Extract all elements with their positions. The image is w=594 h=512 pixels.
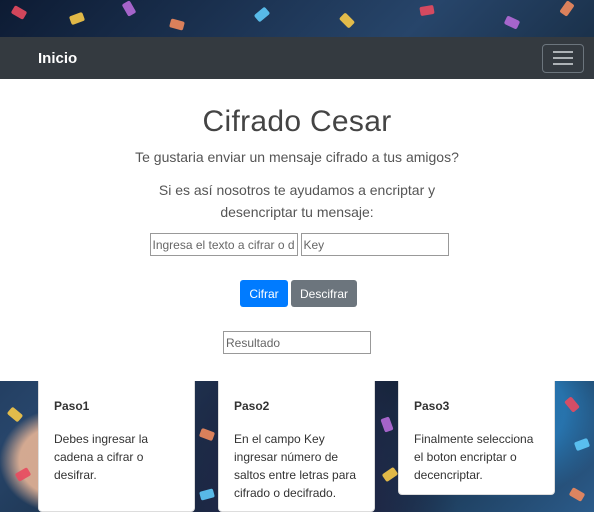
key-input[interactable] [300,233,449,256]
page-title: Cifrado Cesar [202,105,392,138]
text-input[interactable] [149,233,298,256]
confetti-piece [68,11,86,26]
navbar: Inicio [0,37,594,79]
confetti-piece [381,466,399,483]
confetti-piece [564,396,580,413]
menu-toggle-button[interactable] [542,43,584,73]
hamburger-icon-bar [553,51,573,53]
confetti-piece [573,437,591,452]
confetti-piece [338,12,356,29]
step-title: Paso3 [414,399,450,413]
decrypt-button[interactable]: Descifrar [291,280,357,307]
confetti-piece [198,427,216,442]
confetti-piece [14,467,32,482]
confetti-piece [121,0,137,17]
confetti-piece [10,5,28,20]
confetti-piece [199,488,215,501]
result-row [0,331,594,354]
hamburger-icon-bar [553,57,573,59]
confetti-piece [568,487,586,502]
hero-section: Cifrado Cesar Te gustaria enviar un mens… [0,79,594,381]
input-row [0,233,594,256]
step-card-3: Paso3 Finalmente selecciona el boton enc… [398,381,555,495]
hero-description: Si es así nosotros te ayudamos a encript… [158,182,436,220]
step-text: Debes ingresar la cadena a cifrar o desi… [54,432,149,482]
button-row: Cifrar Descifrar [0,280,594,307]
confetti-piece [503,15,521,30]
step-title: Paso2 [234,399,270,413]
step-text: Finalmente selecciona el boton encriptar… [414,432,534,482]
step-card-1: Paso1 Debes ingresar la cadena a cifrar … [38,381,195,512]
step-text: En el campo Key ingresar número de salto… [234,432,357,500]
confetti-piece [380,416,394,433]
step-card-2: Paso2 En el campo Key ingresar número de… [218,381,375,512]
confetti-piece [559,0,575,17]
encrypt-button[interactable]: Cifrar [240,280,288,307]
navbar-brand[interactable]: Inicio [38,50,77,67]
confetti-piece [6,406,24,423]
hamburger-icon-bar [553,63,573,65]
step-title: Paso1 [54,399,90,413]
confetti-piece [253,6,271,23]
hero-subtitle: Te gustaria enviar un mensaje cifrado a … [135,149,459,165]
result-field[interactable] [223,331,371,354]
confetti-piece [169,18,185,31]
confetti-piece [419,4,435,17]
